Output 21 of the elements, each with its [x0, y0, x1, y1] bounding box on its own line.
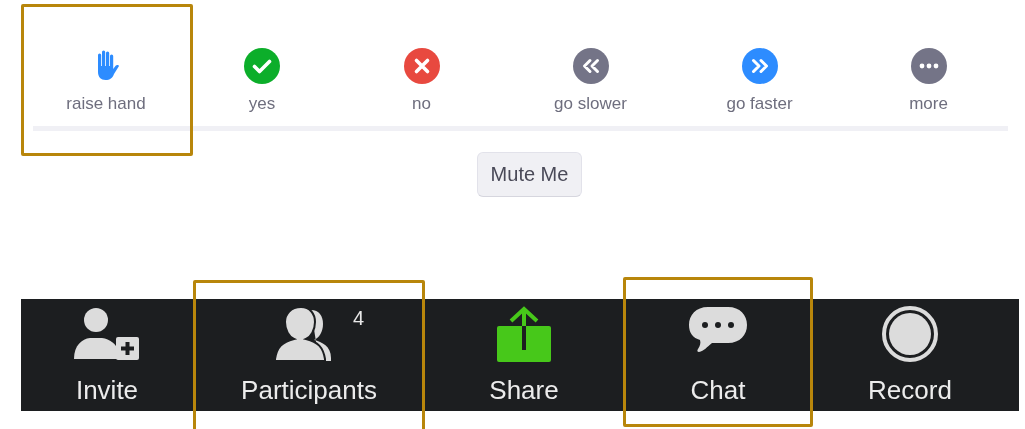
toolbar-label[interactable]: Share: [489, 375, 559, 405]
fast-forward-icon[interactable]: [741, 48, 778, 84]
more-icon[interactable]: [910, 48, 947, 84]
toolbar-label[interactable]: Invite: [75, 375, 139, 405]
add-person-icon[interactable]: [74, 307, 140, 361]
rewind-icon[interactable]: [572, 48, 609, 84]
reaction-label[interactable]: yes: [248, 94, 276, 114]
reaction-label[interactable]: no: [412, 94, 431, 114]
share-icon[interactable]: [497, 306, 551, 362]
toolbar-label[interactable]: Record: [868, 375, 952, 405]
reaction-label[interactable]: more: [909, 94, 948, 114]
toolbar-label[interactable]: Chat: [690, 375, 746, 405]
record-icon[interactable]: [882, 306, 938, 362]
checkmark-icon[interactable]: [244, 48, 280, 84]
reaction-label[interactable]: raise hand: [66, 94, 146, 114]
participant-count: 4: [353, 307, 365, 330]
cross-icon[interactable]: [403, 48, 440, 84]
reaction-label[interactable]: go slower: [554, 94, 627, 114]
mute-me-button[interactable]: Mute Me: [476, 152, 583, 197]
reaction-label[interactable]: go faster: [726, 94, 793, 114]
toolbar-label[interactable]: Participants: [241, 375, 377, 405]
